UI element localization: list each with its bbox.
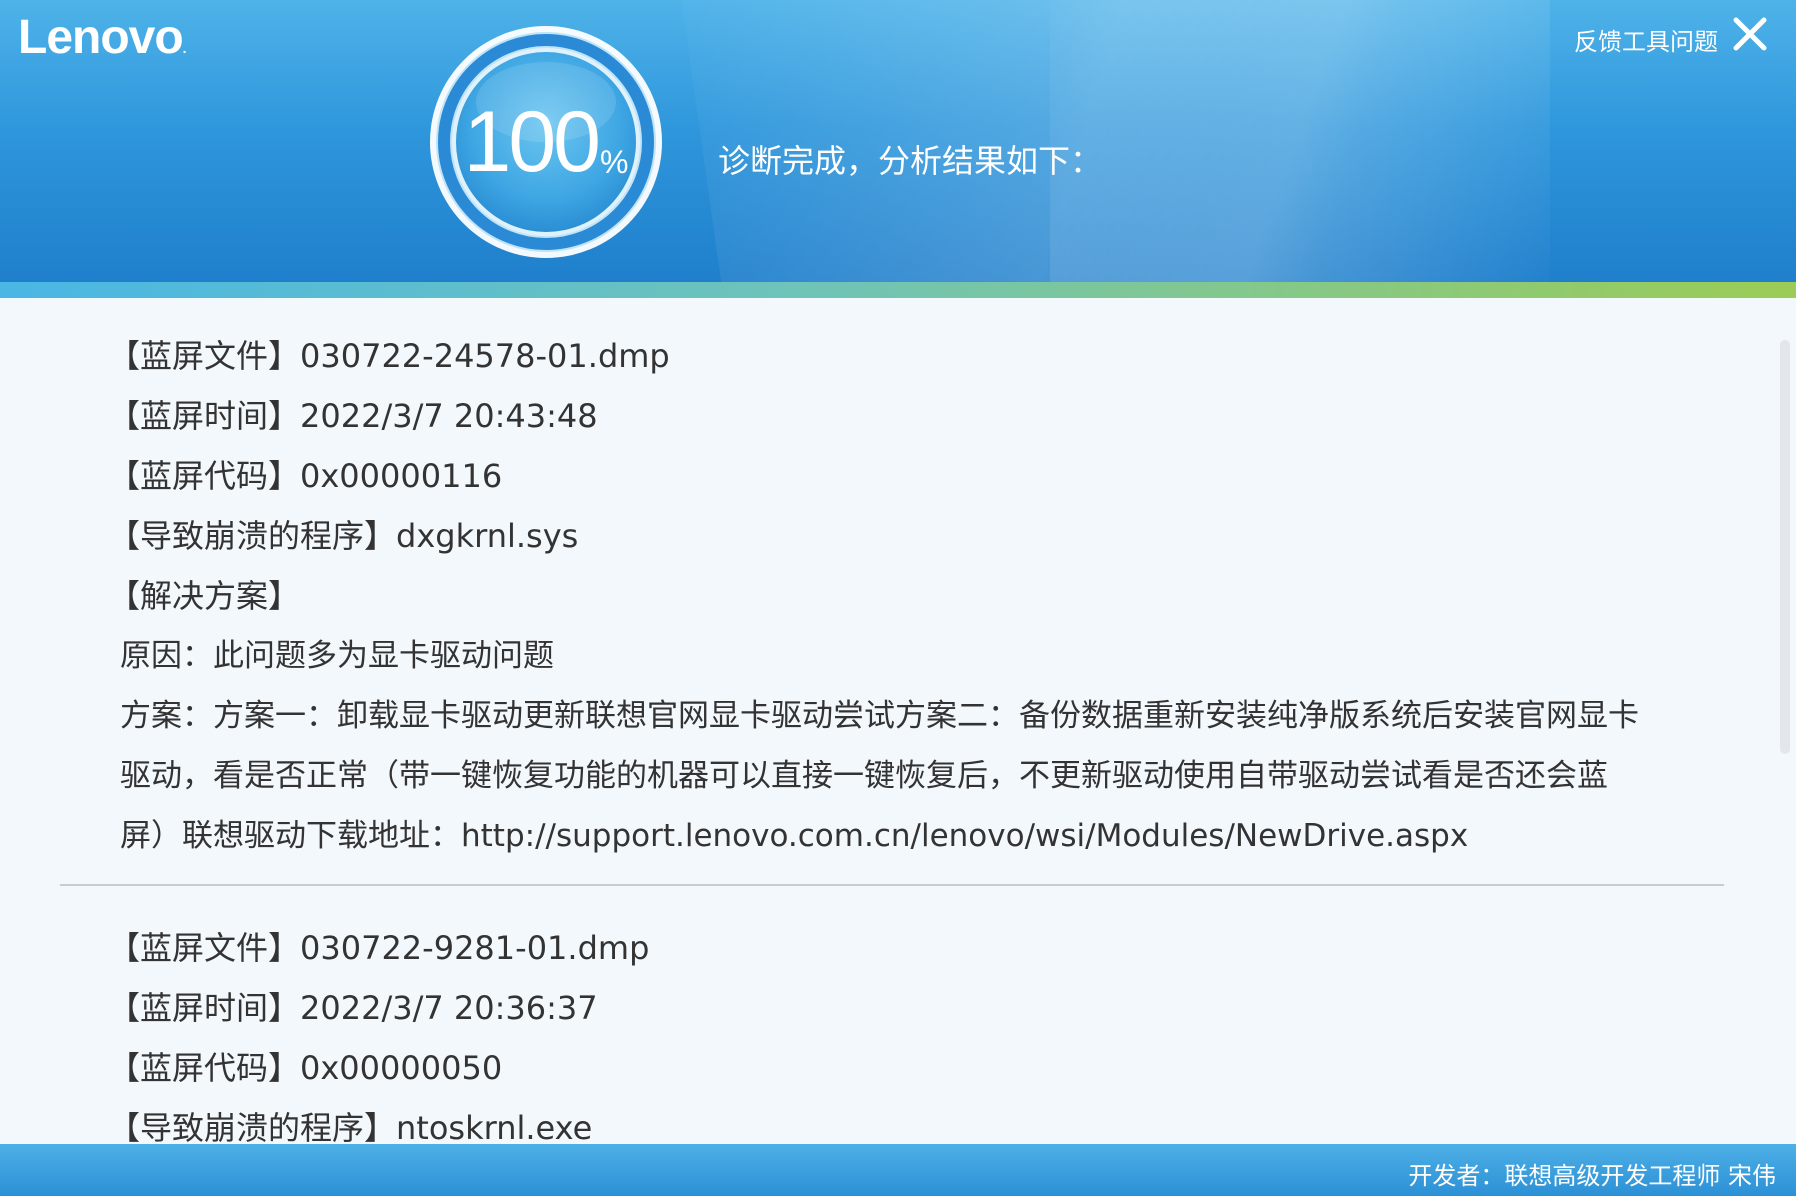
solution-heading: 【解决方案】 bbox=[108, 577, 301, 615]
scrollbar-thumb[interactable] bbox=[1780, 340, 1790, 754]
close-icon bbox=[1733, 17, 1767, 51]
feedback-link[interactable]: 反馈工具问题 bbox=[1574, 22, 1718, 57]
accent-bar bbox=[0, 282, 1796, 298]
crash-record: 【蓝屏文件】030722-9281-01.dmp 【蓝屏时间】2022/3/7 … bbox=[0, 886, 1760, 1144]
faulting-program: 【导致崩溃的程序】ntoskrnl.exe bbox=[108, 1109, 593, 1144]
developer-credit: 开发者：联想高级开发工程师 宋伟 bbox=[1408, 1162, 1776, 1190]
header-sheen-secondary bbox=[1050, 0, 1550, 282]
crash-record: 【蓝屏文件】030722-24578-01.dmp 【蓝屏时间】2022/3/7… bbox=[0, 298, 1760, 866]
diagnostic-window: Lenovo. 反馈工具问题 100% 诊断完成，分析结果如下： 【蓝屏文件】0… bbox=[0, 0, 1796, 1196]
lenovo-logo: Lenovo. bbox=[18, 11, 187, 64]
dump-file: 【蓝屏文件】030722-24578-01.dmp bbox=[108, 337, 670, 375]
bugcheck-code: 【蓝屏代码】0x00000116 bbox=[108, 457, 503, 495]
results-list: 【蓝屏文件】030722-24578-01.dmp 【蓝屏时间】2022/3/7… bbox=[0, 298, 1760, 1144]
progress-percentage: 100% bbox=[463, 94, 629, 190]
solution-plan-wrapper: 方案：方案一：卸载显卡驱动更新联想官网显卡驱动尝试方案二：备份数据重新安装纯净版… bbox=[108, 686, 1760, 866]
faulting-program: 【导致崩溃的程序】dxgkrnl.sys bbox=[108, 517, 579, 555]
close-button[interactable] bbox=[1730, 14, 1770, 54]
solution-cause: 原因：此问题多为显卡驱动问题 bbox=[120, 638, 554, 674]
footer-bar: 开发者：联想高级开发工程师 宋伟 bbox=[0, 1144, 1796, 1196]
solution-plan: 方案：方案一：卸载显卡驱动更新联想官网显卡驱动尝试方案二：备份数据重新安装纯净版… bbox=[120, 698, 1639, 854]
bugcheck-code: 【蓝屏代码】0x00000050 bbox=[108, 1049, 503, 1087]
header-banner: Lenovo. 反馈工具问题 100% 诊断完成，分析结果如下： bbox=[0, 0, 1796, 282]
crash-time: 【蓝屏时间】2022/3/7 20:36:37 bbox=[108, 989, 598, 1027]
results-panel[interactable]: 【蓝屏文件】030722-24578-01.dmp 【蓝屏时间】2022/3/7… bbox=[0, 298, 1796, 1144]
crash-time: 【蓝屏时间】2022/3/7 20:43:48 bbox=[108, 397, 598, 435]
dump-file: 【蓝屏文件】030722-9281-01.dmp bbox=[108, 929, 650, 967]
diagnosis-status: 诊断完成，分析结果如下： bbox=[718, 142, 1103, 180]
